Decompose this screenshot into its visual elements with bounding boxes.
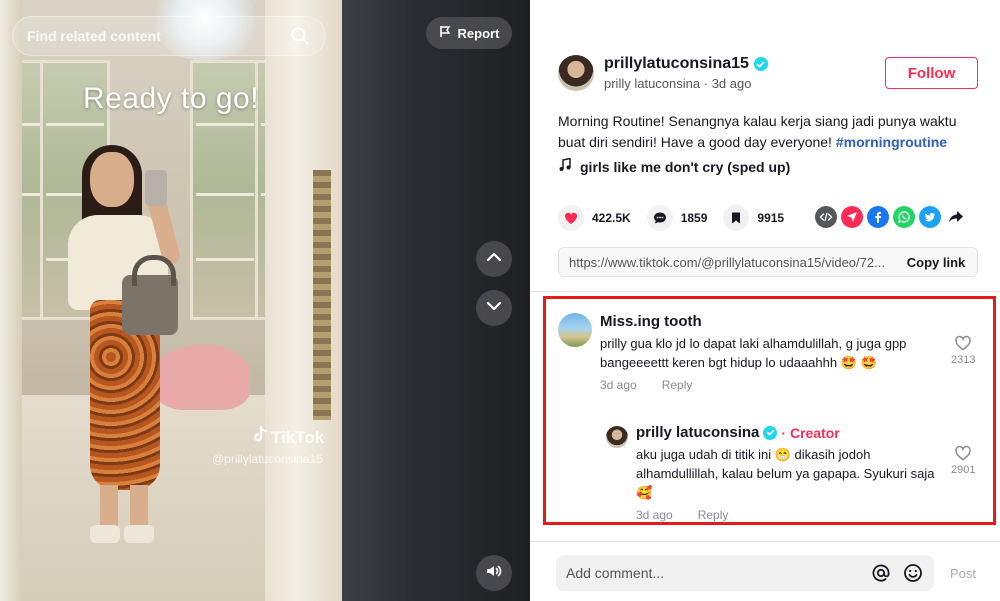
emoji-icon[interactable]: [902, 562, 924, 584]
details-panel: prillylatuconsina15 prilly latuconsina ·…: [530, 0, 1000, 601]
comment-input-box[interactable]: [556, 555, 934, 591]
reply-like-count: 2901: [951, 464, 976, 476]
reply-button[interactable]: Reply: [662, 378, 693, 392]
report-label: Report: [457, 25, 500, 41]
post-time: 3d ago: [711, 76, 752, 91]
save-count: 9915: [757, 211, 785, 225]
verified-icon: [753, 57, 768, 71]
music-title: girls like me don't cry (sped up): [580, 158, 791, 175]
chevron-down-icon: [485, 297, 503, 320]
comment-like-button[interactable]: 2313: [951, 335, 975, 366]
follow-button[interactable]: Follow: [885, 57, 978, 89]
flag-icon: [439, 25, 452, 41]
avatar[interactable]: [558, 55, 594, 91]
embed-icon[interactable]: [815, 206, 837, 228]
person: [60, 140, 200, 580]
bookmark-icon: [723, 205, 750, 231]
avatar[interactable]: [558, 313, 592, 347]
avatar[interactable]: [606, 426, 628, 448]
comment-time: 3d ago: [600, 378, 637, 392]
verified-icon: [763, 425, 778, 440]
music-note-icon: [558, 157, 572, 175]
next-video-button[interactable]: [476, 290, 512, 326]
watermark-brand: TikTok: [271, 427, 325, 447]
comment-like-count: 2313: [951, 354, 976, 366]
reply-button[interactable]: Reply: [698, 508, 729, 522]
author-username[interactable]: prillylatuconsina15: [604, 55, 749, 73]
comment-button[interactable]: 1859: [646, 205, 708, 231]
creator-badge: · Creator: [781, 424, 840, 441]
comment-author[interactable]: Miss.ing tooth: [600, 313, 702, 330]
share-bar: [815, 206, 967, 228]
handbag: [122, 255, 178, 335]
comment-count: 1859: [680, 211, 708, 225]
divider: [530, 291, 1000, 292]
comments-highlight: Miss.ing tooth prilly gua klo jd lo dapa…: [543, 296, 996, 525]
comment-composer: Post: [530, 541, 1000, 601]
reply-text: aku juga udah di titik ini 😁 dikasih jod…: [636, 447, 935, 500]
video-link-url[interactable]: https://www.tiktok.com/@prillylatuconsin…: [569, 255, 895, 270]
hashtag-link[interactable]: #morningroutine: [836, 134, 947, 150]
search-icon[interactable]: [289, 25, 311, 47]
video-link-box: https://www.tiktok.com/@prillylatuconsin…: [558, 247, 978, 277]
reply-time: 3d ago: [636, 508, 673, 522]
save-button[interactable]: 9915: [723, 205, 784, 231]
chevron-up-icon: [485, 248, 503, 271]
author-header: prillylatuconsina15 prilly latuconsina ·…: [558, 55, 768, 91]
comment-text: prilly gua klo jd lo dapat laki alhamdul…: [600, 336, 907, 370]
comment-bubble-icon: [646, 205, 673, 231]
heart-outline-icon: [954, 335, 972, 354]
volume-icon: [485, 562, 503, 585]
previous-video-button[interactable]: [476, 241, 512, 277]
search-input[interactable]: [27, 28, 289, 44]
reply-author[interactable]: prilly latuconsina: [636, 424, 759, 441]
heart-outline-icon: [954, 445, 972, 464]
send-to-friends-icon[interactable]: [841, 206, 863, 228]
copy-link-button[interactable]: Copy link: [895, 255, 977, 270]
video-pane: Ready to go! Report TikTok @prillylatuco…: [0, 0, 530, 601]
search-bar[interactable]: [12, 16, 326, 56]
like-count: 422.5K: [592, 211, 631, 225]
facebook-icon[interactable]: [867, 206, 889, 228]
volume-button[interactable]: [476, 555, 512, 591]
engagement-bar: 422.5K 1859 9915: [558, 205, 800, 231]
report-button[interactable]: Report: [426, 17, 512, 49]
post-button[interactable]: Post: [950, 566, 976, 581]
like-button[interactable]: 422.5K: [558, 205, 631, 231]
whatsapp-icon[interactable]: [893, 206, 915, 228]
reply-like-button[interactable]: 2901: [951, 445, 975, 476]
music-link[interactable]: girls like me don't cry (sped up): [558, 157, 791, 175]
separator-dot: ·: [703, 76, 712, 91]
twitter-icon[interactable]: [919, 206, 941, 228]
comment-item: Miss.ing tooth prilly gua klo jd lo dapa…: [558, 313, 925, 392]
post-caption: Morning Routine! Senangnya kalau kerja s…: [558, 111, 968, 153]
heart-icon: [558, 205, 584, 231]
comment-input[interactable]: [566, 565, 860, 581]
creator-badge-label: Creator: [789, 424, 840, 441]
reply-item: prilly latuconsina · Creator aku juga ud…: [606, 424, 936, 522]
watermark-username: @prillylatuconsina15: [212, 452, 323, 466]
video-overlay-text: Ready to go!: [82, 82, 260, 115]
mention-icon[interactable]: [870, 562, 892, 584]
tiktok-watermark: TikTok @prillylatuconsina15: [212, 425, 325, 466]
tiktok-note-icon: [252, 425, 268, 449]
author-display-name: prilly latuconsina: [604, 76, 701, 91]
share-arrow-icon[interactable]: [945, 206, 967, 228]
